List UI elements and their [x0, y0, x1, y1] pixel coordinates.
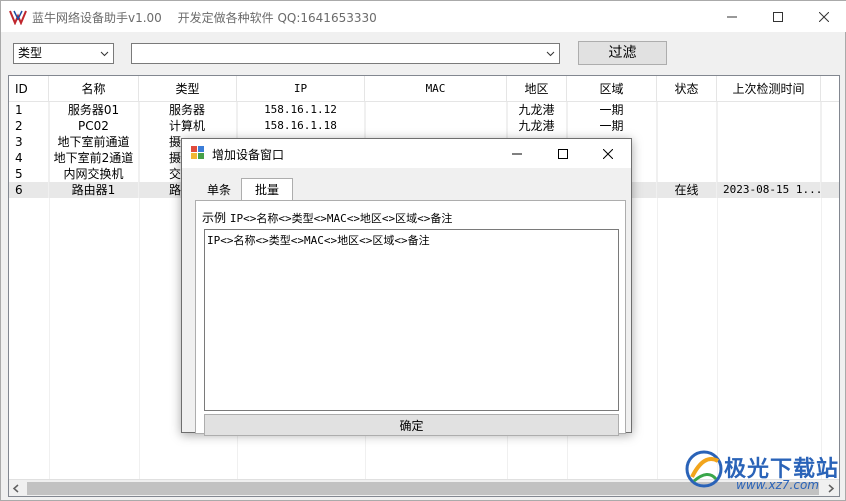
watermark: 极光下载站 www.xz7.com [684, 443, 844, 499]
table-cell-ip: 158.16.1.12 [237, 102, 365, 118]
add-device-dialog: 增加设备窗口 单条 批量 示例 IP<>名称<>类型<>MAC<>地区<>区域<… [181, 138, 632, 436]
app-subtitle: 开发定做各种软件 QQ:1641653330 [177, 11, 377, 25]
dialog-title-bar: 增加设备窗口 [182, 139, 631, 168]
column-header-id[interactable]: ID [9, 76, 49, 102]
chevron-down-icon [100, 51, 109, 57]
dialog-minimize-button[interactable] [494, 139, 540, 168]
column-header-ip[interactable]: IP [237, 76, 365, 102]
table-cell-name: 内网交换机 [49, 166, 139, 182]
column-header-name[interactable]: 名称 [49, 76, 139, 102]
table-cell-status [657, 150, 717, 166]
table-cell-id: 6 [9, 182, 49, 198]
type-select[interactable]: 类型 [13, 43, 114, 64]
column-header-region[interactable]: 地区 [507, 76, 567, 102]
table-cell-last-check [717, 102, 821, 118]
table-cell-area: 一期 [567, 102, 657, 118]
batch-input-textarea[interactable]: IP<>名称<>类型<>MAC<>地区<>区域<>备注 [204, 229, 619, 411]
tab-batch[interactable]: 批量 [241, 178, 293, 201]
table-cell-last-check [717, 118, 821, 134]
table-cell-ip: 158.16.1.18 [237, 118, 365, 134]
close-button[interactable] [801, 1, 846, 32]
tab-single[interactable]: 单条 [194, 180, 244, 200]
table-row[interactable]: 1 服务器01 服务器 158.16.1.12 九龙港 一期 [9, 102, 839, 118]
type-select-value: 类型 [18, 46, 43, 60]
app-title: 蓝牛网络设备助手v1.00 [32, 11, 162, 25]
example-hint: 示例 IP<>名称<>类型<>MAC<>地区<>区域<>备注 [202, 209, 452, 226]
maximize-icon [558, 148, 568, 159]
table-cell-name: 地下室前通道 [49, 134, 139, 150]
chevron-down-icon [546, 51, 555, 57]
table-cell-area: 一期 [567, 118, 657, 134]
table-cell-last-check [717, 150, 821, 166]
window-app-icon [191, 146, 204, 159]
table-cell-status [657, 166, 717, 182]
column-header-last-check[interactable]: 上次检测时间 [717, 76, 821, 102]
table-cell-mac [365, 102, 507, 118]
table-cell-region: 九龙港 [507, 102, 567, 118]
table-cell-id: 4 [9, 150, 49, 166]
table-cell-status: 在线 [657, 182, 717, 198]
column-header-type[interactable]: 类型 [139, 76, 237, 102]
table-cell-status [657, 134, 717, 150]
table-cell-type: 计算机 [139, 118, 237, 134]
table-cell-name: 地下室前2通道 [49, 150, 139, 166]
table-cell-type: 服务器 [139, 102, 237, 118]
table-cell-id: 2 [9, 118, 49, 134]
table-cell-status [657, 118, 717, 134]
table-cell-id: 5 [9, 166, 49, 182]
close-icon [603, 148, 613, 159]
main-window: 蓝牛网络设备助手v1.00 开发定做各种软件 QQ:1641653330 类型 … [0, 0, 846, 501]
dialog-maximize-button[interactable] [540, 139, 586, 168]
dialog-close-button[interactable] [585, 139, 631, 168]
table-cell-status [657, 102, 717, 118]
minimize-button[interactable] [709, 1, 755, 32]
column-header-area[interactable]: 区域 [567, 76, 657, 102]
example-format: IP<>名称<>类型<>MAC<>地区<>区域<>备注 [229, 212, 453, 225]
filter-input[interactable] [131, 43, 560, 64]
watermark-logo-icon [685, 450, 723, 488]
confirm-button[interactable]: 确定 [204, 414, 619, 436]
scroll-left-icon[interactable] [12, 484, 20, 493]
column-header-mac[interactable]: MAC [365, 76, 507, 102]
maximize-icon [773, 11, 783, 22]
table-cell-id: 1 [9, 102, 49, 118]
watermark-url: www.xz7.com [736, 478, 819, 492]
table-cell-last-check [717, 134, 821, 150]
table-header: ID 名称 类型 IP MAC 地区 区域 状态 上次检测时间 [9, 76, 839, 102]
maximize-button[interactable] [755, 1, 801, 32]
dialog-title: 增加设备窗口 [212, 148, 285, 162]
example-label: 示例 [202, 211, 227, 225]
close-icon [819, 11, 829, 22]
title-bar: 蓝牛网络设备助手v1.00 开发定做各种软件 QQ:1641653330 [1, 1, 846, 32]
table-cell-last-check: 2023-08-15 1... [717, 182, 821, 198]
window-title: 蓝牛网络设备助手v1.00 开发定做各种软件 QQ:1641653330 [32, 9, 389, 26]
minimize-icon [727, 16, 737, 17]
table-cell-last-check [717, 166, 821, 182]
table-row[interactable]: 2 PC02 计算机 158.16.1.18 九龙港 一期 [9, 118, 839, 134]
table-cell-region: 九龙港 [507, 118, 567, 134]
table-cell-id: 3 [9, 134, 49, 150]
table-cell-name: 路由器1 [49, 182, 139, 198]
column-header-status[interactable]: 状态 [657, 76, 717, 102]
filter-button[interactable]: 过滤 [578, 41, 667, 65]
table-cell-mac [365, 118, 507, 134]
table-cell-name: 服务器01 [49, 102, 139, 118]
app-logo-icon [9, 10, 27, 25]
toolbar: 类型 过滤 [1, 32, 846, 74]
table-cell-name: PC02 [49, 118, 139, 134]
batch-tab-panel: 示例 IP<>名称<>类型<>MAC<>地区<>区域<>备注 IP<>名称<>类… [195, 200, 626, 436]
minimize-icon [512, 153, 522, 154]
